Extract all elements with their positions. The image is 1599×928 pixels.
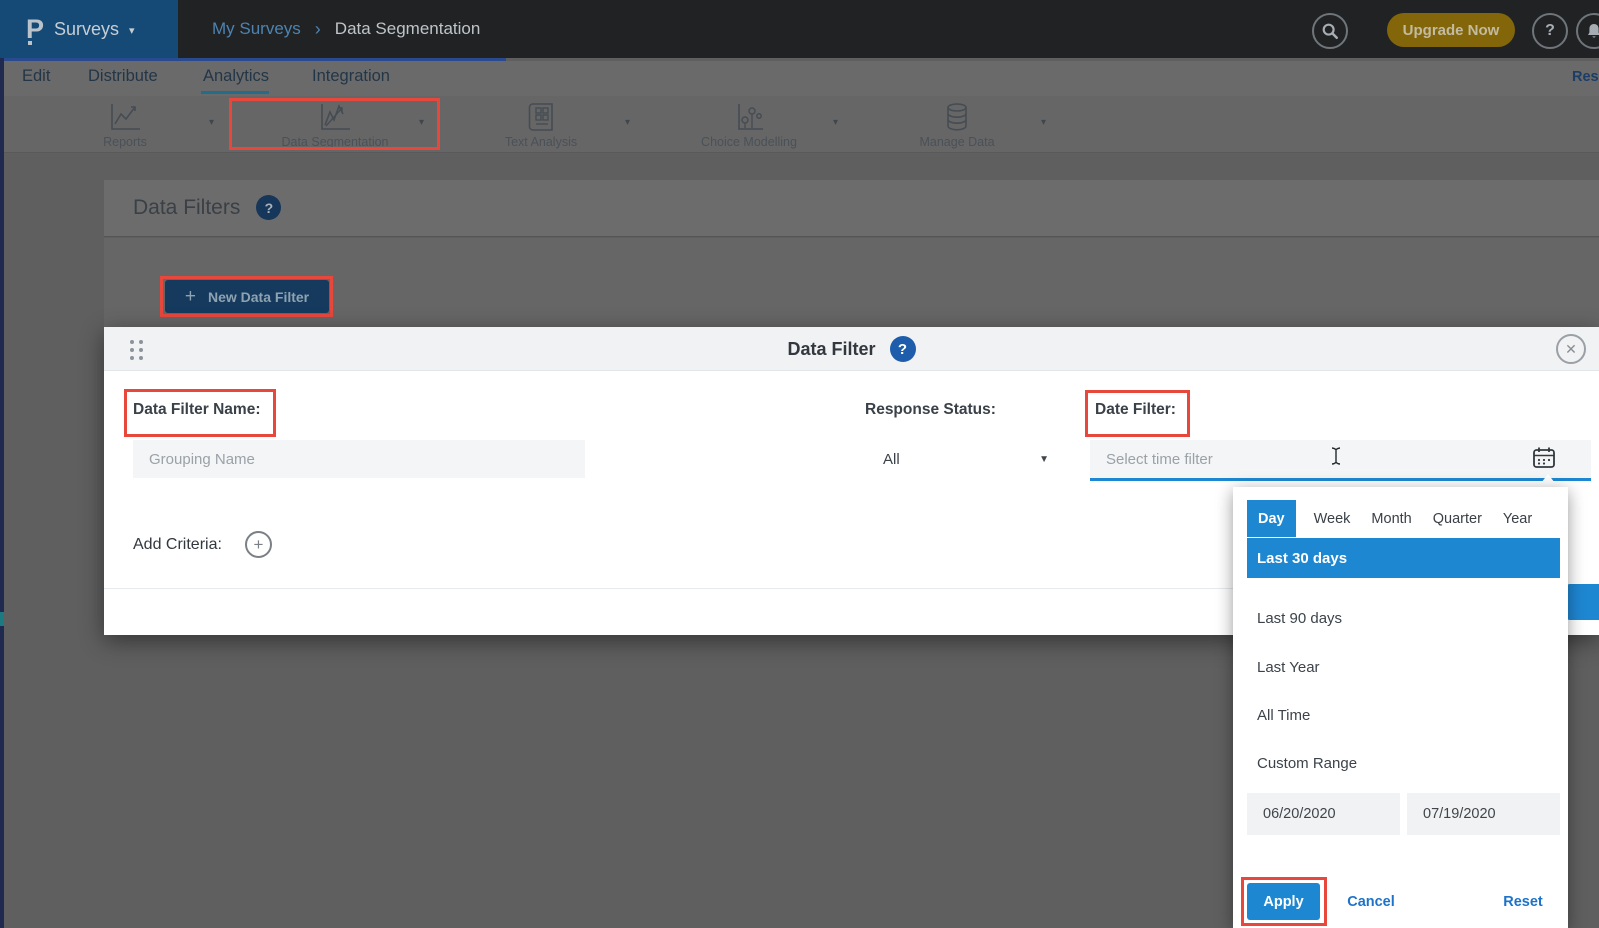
calendar-icon[interactable] — [1532, 446, 1556, 475]
date-input-focus-underline — [1090, 478, 1591, 481]
toolbar-item-label: Reports — [40, 135, 210, 149]
help-button[interactable]: ? — [1532, 13, 1568, 49]
option-custom-range[interactable]: Custom Range — [1257, 751, 1547, 775]
search-icon — [1321, 22, 1339, 40]
chevron-down-icon[interactable]: ▾ — [625, 117, 630, 128]
toolbar-item-label: Manage Data — [872, 135, 1042, 149]
chevron-down-icon: ▾ — [129, 21, 135, 37]
response-status-label: Response Status: — [865, 401, 996, 419]
add-criteria-label: Add Criteria: — [133, 536, 222, 554]
breadcrumb-current-page: Data Segmentation — [335, 19, 481, 39]
questionpro-logo-icon: P — [26, 16, 44, 43]
chevron-down-icon[interactable]: ▾ — [1041, 117, 1046, 128]
search-button[interactable] — [1312, 13, 1348, 49]
cancel-button[interactable]: Cancel — [1340, 883, 1402, 920]
breadcrumb-chevron-icon: › — [315, 19, 321, 40]
tab-year[interactable]: Year — [1500, 500, 1535, 537]
option-last-year[interactable]: Last Year — [1257, 655, 1547, 679]
option-all-time[interactable]: All Time — [1257, 703, 1547, 727]
toolbar-item-reports[interactable]: Reports — [40, 100, 210, 149]
document-grid-icon — [525, 102, 557, 132]
product-switcher[interactable]: P Surveys ▾ — [0, 0, 178, 58]
chevron-down-icon[interactable]: ▾ — [209, 117, 214, 128]
breadcrumb-my-surveys[interactable]: My Surveys — [212, 19, 301, 39]
toolbar-item-choice-modelling[interactable]: Choice Modelling — [664, 100, 834, 149]
menu-analytics[interactable]: Analytics — [203, 67, 269, 86]
tab-day[interactable]: Day — [1247, 500, 1296, 537]
response-status-value: All — [883, 451, 900, 468]
left-edge-accent-teal — [0, 612, 4, 626]
top-navbar: P Surveys ▾ My Surveys › Data Segmentati… — [0, 0, 1599, 58]
modal-title: Data Filter — [787, 339, 875, 360]
date-filter-dropdown: Day Week Month Quarter Year Last 30 days… — [1233, 487, 1568, 928]
toolbar-item-manage-data[interactable]: Manage Data — [872, 100, 1042, 149]
notifications-button[interactable] — [1576, 13, 1599, 49]
period-tabs: Day Week Month Quarter Year — [1247, 500, 1535, 537]
page-title: Data Filters — [133, 196, 240, 220]
modal-save-button-partial[interactable] — [1566, 584, 1599, 620]
menu-distribute[interactable]: Distribute — [88, 67, 158, 86]
annotation-box-name-label — [124, 389, 276, 437]
toolbar-item-label: Text Analysis — [456, 135, 626, 149]
text-cursor-icon — [1330, 447, 1342, 470]
annotation-box-apply — [1241, 877, 1327, 926]
line-chart-icon — [106, 102, 144, 132]
breadcrumb: My Surveys › Data Segmentation — [212, 0, 480, 58]
start-date-input[interactable] — [1247, 793, 1400, 835]
tab-week[interactable]: Week — [1311, 500, 1354, 537]
toolbar-item-text-analysis[interactable]: Text Analysis — [456, 100, 626, 149]
app-screen: P Surveys ▾ My Surveys › Data Segmentati… — [0, 0, 1599, 928]
grouping-name-input[interactable] — [133, 440, 585, 478]
annotation-box-date-label — [1085, 390, 1190, 437]
bell-icon — [1586, 23, 1599, 40]
upgrade-now-button[interactable]: Upgrade Now — [1387, 13, 1515, 47]
chevron-down-icon[interactable]: ▾ — [833, 117, 838, 128]
chevron-down-icon: ▼ — [1039, 454, 1049, 465]
add-criteria-plus-icon[interactable]: + — [245, 531, 272, 558]
survey-menu-bar: Edit Distribute Analytics Integration Re… — [0, 61, 1599, 96]
menu-responses-partial[interactable]: Res — [1572, 69, 1599, 85]
active-menu-underline — [201, 91, 269, 94]
modal-header: Data Filter ? ✕ — [104, 327, 1599, 371]
response-status-select[interactable]: All ▼ — [869, 440, 1059, 478]
database-icon — [942, 102, 972, 132]
annotation-box-data-segmentation — [229, 98, 440, 150]
bubble-chart-icon — [732, 102, 766, 132]
toolbar-item-label: Choice Modelling — [664, 135, 834, 149]
option-last-90-days[interactable]: Last 90 days — [1257, 606, 1547, 630]
end-date-input[interactable] — [1407, 793, 1560, 835]
menu-edit[interactable]: Edit — [22, 67, 50, 86]
analytics-toolbar: Reports ▾ Data Segmentation ▾ Text Analy — [0, 96, 1599, 153]
close-icon[interactable]: ✕ — [1556, 334, 1586, 364]
annotation-box-new-data-filter — [160, 276, 333, 317]
help-badge-icon[interactable]: ? — [890, 336, 916, 362]
help-badge-icon[interactable]: ? — [256, 195, 281, 220]
left-edge-accent — [0, 58, 4, 928]
option-last-30-days[interactable]: Last 30 days — [1247, 538, 1560, 578]
reset-button[interactable]: Reset — [1492, 883, 1554, 920]
dropdown-pointer-notch — [1538, 474, 1558, 487]
tab-quarter[interactable]: Quarter — [1430, 500, 1485, 537]
product-name: Surveys — [54, 19, 119, 40]
data-filters-panel-header: Data Filters ? — [104, 180, 1599, 237]
tab-month[interactable]: Month — [1368, 500, 1414, 537]
menu-integration[interactable]: Integration — [312, 67, 390, 86]
